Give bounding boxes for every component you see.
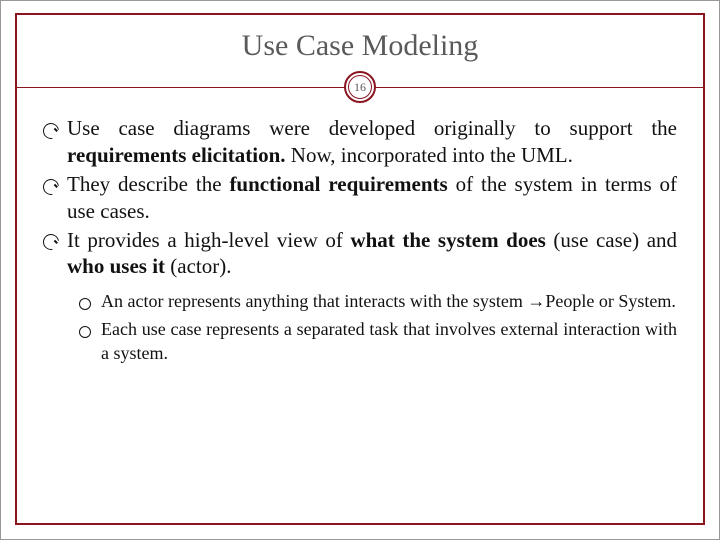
sub-bullet-text: An actor represents anything that intera… xyxy=(101,291,527,311)
slide-inner-border: Use Case Modeling 16 Use case diagrams w… xyxy=(15,13,705,525)
arrow-icon: → xyxy=(527,291,545,311)
bullet-item: It provides a high-level view of what th… xyxy=(43,227,677,281)
divider-row: 16 xyxy=(17,69,703,105)
slide-title: Use Case Modeling xyxy=(17,29,703,63)
bullet-text: They describe the xyxy=(67,172,229,196)
bullet-bold: functional requirements xyxy=(229,172,447,196)
sub-bullet-item: Each use case represents a separated tas… xyxy=(79,318,677,366)
sub-bullet-item: An actor represents anything that intera… xyxy=(79,290,677,314)
bullet-bold: what the system does xyxy=(350,228,545,252)
slide-frame: Use Case Modeling 16 Use case diagrams w… xyxy=(0,0,720,540)
bullet-text: (use case) and xyxy=(546,228,677,252)
bullet-bold: who uses it xyxy=(67,254,165,278)
page-number-badge: 16 xyxy=(344,71,376,103)
bullet-text: Now, incorporated into the UML. xyxy=(286,143,573,167)
bullet-text: It provides a high-level view of xyxy=(67,228,350,252)
sub-bullet-list: An actor represents anything that intera… xyxy=(43,290,677,365)
bullet-bold: requirements elicitation. xyxy=(67,143,286,167)
content-area: Use case diagrams were developed origina… xyxy=(17,115,703,366)
bullet-item: Use case diagrams were developed origina… xyxy=(43,115,677,169)
page-number: 16 xyxy=(348,75,372,99)
bullet-text: Use case diagrams were developed origina… xyxy=(67,116,677,140)
sub-bullet-text: Each use case represents a separated tas… xyxy=(101,319,677,363)
bullet-item: They describe the functional requirement… xyxy=(43,171,677,225)
main-bullet-list: Use case diagrams were developed origina… xyxy=(43,115,677,280)
bullet-text: (actor). xyxy=(165,254,231,278)
sub-bullet-text: People or System. xyxy=(545,291,676,311)
